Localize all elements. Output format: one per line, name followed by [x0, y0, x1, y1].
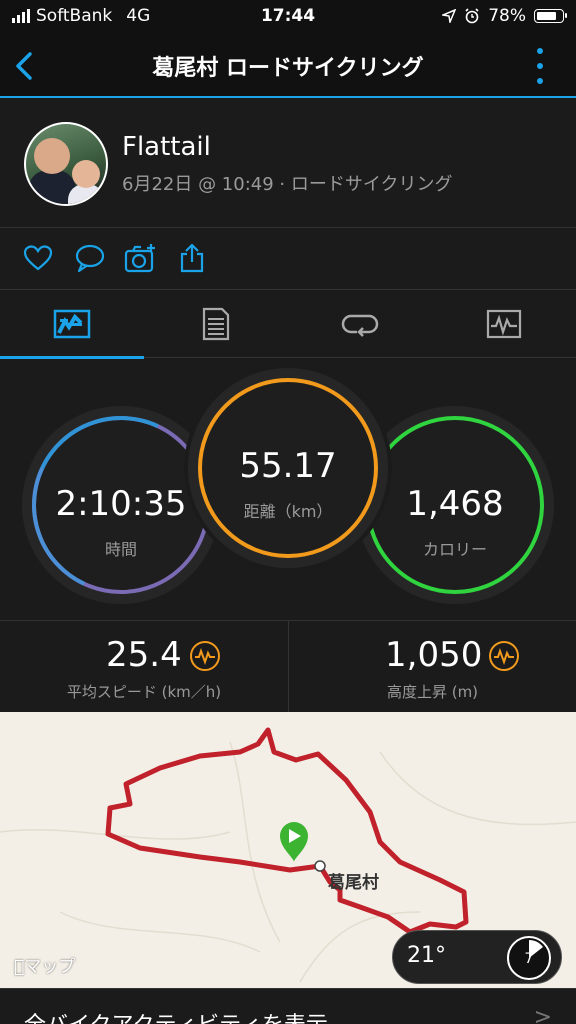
wind-indicator: 7: [507, 936, 551, 980]
like-button[interactable]: [22, 242, 54, 274]
dot-icon: [537, 48, 543, 54]
all-bike-activities-link[interactable]: 全バイクアクティビティを表示 >: [0, 988, 576, 1024]
tab-details[interactable]: [144, 290, 288, 358]
tab-charts[interactable]: [432, 290, 576, 358]
distance-label: 距離（km）: [243, 502, 333, 521]
chevron-left-icon: [16, 52, 32, 80]
status-right: 78%: [442, 6, 567, 26]
route-start-marker: [280, 822, 308, 862]
avg-speed-value: 25.4: [106, 635, 182, 675]
add-photo-button[interactable]: [124, 242, 156, 274]
share-icon: [180, 243, 204, 273]
activity-header: Flattail 6月22日 @ 10:49 · ロードサイクリング: [0, 100, 576, 228]
calories-label: カロリー: [422, 540, 487, 559]
distance-ring: 55.17 距離（km）: [188, 368, 388, 568]
more-options-button[interactable]: [534, 48, 546, 84]
avg-speed-label: 平均スピード (km／h): [66, 683, 222, 701]
apple-logo-icon: : [14, 957, 24, 977]
route-end-marker: [314, 860, 326, 872]
summary-stats: 2:10:35 時間 1,468 カロリー 55.17 距離（km）: [0, 360, 576, 620]
time-label: 時間: [104, 540, 137, 559]
route-map[interactable]: 葛尾村 マップ 21° 7: [0, 712, 576, 988]
battery-icon: [534, 9, 567, 23]
avg-speed-stat[interactable]: 25.4 平均スピード (km／h): [0, 621, 288, 713]
dot-icon: [537, 63, 543, 69]
secondary-stats: 25.4 平均スピード (km／h) 1,050 高度上昇 (m): [0, 620, 576, 713]
tab-summary[interactable]: [0, 290, 144, 359]
elevation-label: 高度上昇 (m): [386, 683, 479, 701]
activity-tabs: [0, 290, 576, 359]
status-bar: SoftBank 4G 17:44 78%: [0, 0, 576, 34]
weather-badge: 21° 7: [392, 930, 562, 984]
alarm-icon: [465, 8, 479, 24]
town-label: 葛尾村: [328, 873, 379, 893]
footer-link-text: 全バイクアクティビティを表示: [24, 1007, 328, 1024]
temperature: 21°: [407, 943, 446, 968]
back-button[interactable]: [10, 48, 42, 84]
wind-value: 7: [524, 951, 534, 967]
heart-icon: [23, 245, 53, 271]
distance-value: 55.17: [239, 446, 337, 486]
elevation-stat[interactable]: 1,050 高度上昇 (m): [288, 621, 576, 713]
share-button[interactable]: [178, 242, 210, 274]
details-icon: [202, 307, 230, 341]
pulse-badge-icon: [190, 641, 220, 671]
elevation-value: 1,050: [385, 635, 483, 675]
camera-add-icon: [124, 244, 155, 273]
action-row: [0, 228, 576, 290]
dot-icon: [537, 78, 543, 84]
navigation-bar: 葛尾村 ロードサイクリング: [0, 34, 576, 98]
battery-percent: 78%: [488, 6, 526, 26]
summary-icon: [53, 309, 91, 339]
maps-attribution: マップ: [14, 957, 75, 977]
tab-laps[interactable]: [288, 290, 432, 358]
avatar[interactable]: [24, 122, 108, 206]
charts-icon: [486, 309, 522, 339]
user-name[interactable]: Flattail: [122, 132, 211, 162]
laps-icon: [341, 314, 379, 337]
pulse-badge-icon: [489, 641, 519, 671]
comment-button[interactable]: [74, 242, 106, 274]
activity-meta: 6月22日 @ 10:49 · ロードサイクリング: [122, 174, 453, 195]
page-title: 葛尾村 ロードサイクリング: [152, 56, 424, 81]
comment-icon: [75, 244, 105, 273]
chevron-right-icon: >: [533, 1005, 552, 1024]
location-arrow-icon: [442, 9, 457, 23]
